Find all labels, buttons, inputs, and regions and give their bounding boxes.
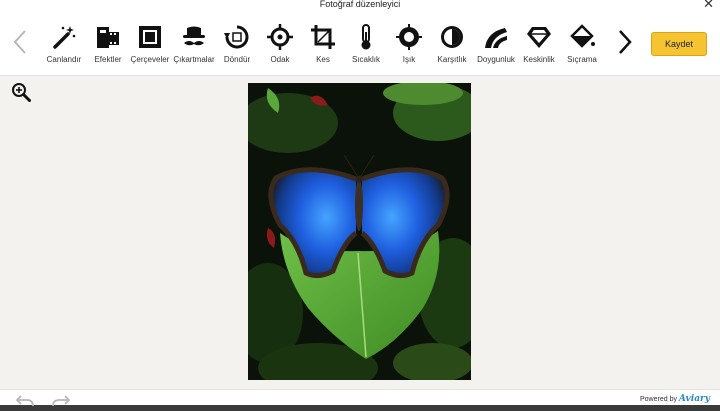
powered-by-label: Powered by bbox=[640, 396, 677, 403]
sharpness-icon bbox=[527, 27, 551, 48]
butterfly-photo[interactable] bbox=[248, 83, 471, 380]
tool-label: Sıçrama bbox=[567, 55, 597, 64]
zoom-in-icon bbox=[12, 83, 31, 102]
stickers-icon bbox=[183, 26, 205, 46]
thermometer-icon bbox=[361, 24, 371, 50]
butterfly-image bbox=[248, 83, 471, 380]
magic-wand-icon bbox=[53, 26, 76, 49]
redo-button[interactable] bbox=[52, 393, 71, 411]
contrast-icon bbox=[441, 26, 463, 48]
undo-button[interactable] bbox=[15, 393, 34, 411]
save-button[interactable]: Kaydet bbox=[651, 32, 707, 56]
splash-icon bbox=[570, 24, 595, 48]
photo-editor-dialog: Fotoğraf düzenleyici ✕ Canlandır Efektle… bbox=[0, 0, 720, 407]
brightness-icon bbox=[396, 24, 422, 50]
chevron-left-icon bbox=[13, 30, 26, 54]
rotate-icon bbox=[224, 25, 249, 49]
saturation-icon bbox=[485, 28, 507, 48]
focus-icon bbox=[267, 24, 293, 50]
crop-icon bbox=[311, 25, 335, 49]
bottom-bar: Powered by Aviary bbox=[0, 389, 720, 407]
previous-tools-button[interactable] bbox=[10, 24, 30, 60]
window-title: Fotoğraf düzenleyici bbox=[319, 0, 401, 9]
aviary-logo[interactable]: Aviary bbox=[679, 394, 710, 404]
powered-by: Powered by Aviary bbox=[640, 394, 710, 404]
redo-icon bbox=[52, 395, 71, 407]
frame-icon bbox=[139, 26, 161, 48]
undo-icon bbox=[15, 395, 34, 407]
chevron-right-icon bbox=[619, 30, 632, 54]
zoom-in-button[interactable] bbox=[11, 82, 31, 107]
next-tools-button[interactable] bbox=[615, 24, 635, 60]
close-button[interactable]: ✕ bbox=[703, 0, 714, 10]
title-bar: Fotoğraf düzenleyici ✕ bbox=[0, 0, 720, 10]
tool-sicrama[interactable]: Sıçrama bbox=[550, 22, 614, 64]
tool-toolbar: Canlandır Efektler Çerçeveler Çıkartmala… bbox=[0, 10, 720, 76]
